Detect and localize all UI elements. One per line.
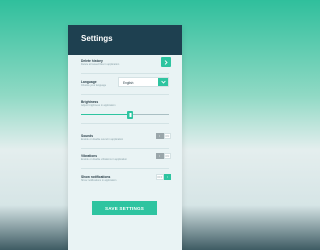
vibrations-toggle-on[interactable]: ON	[163, 153, 171, 159]
setting-brightness: Brightness Adjust brightness in applicat…	[81, 100, 171, 119]
setting-delete-history: Delete history Delete all saved files in…	[81, 57, 171, 67]
save-settings-button[interactable]: SAVE SETTINGS	[92, 201, 157, 215]
chevron-right-icon	[164, 59, 168, 65]
delete-history-description: Delete all saved files in application	[81, 63, 120, 67]
setting-sounds: Sounds Enable or disable sound in applic…	[81, 133, 171, 142]
sounds-toggle-off[interactable]: I	[156, 133, 164, 139]
brightness-slider-fill	[81, 114, 131, 115]
chevron-down-icon	[160, 80, 166, 84]
delete-history-button[interactable]	[161, 57, 171, 67]
language-dropdown-toggle[interactable]	[158, 78, 168, 86]
settings-panel: Settings Delete history Delete all saved…	[68, 25, 182, 250]
page-title: Settings	[81, 34, 113, 43]
divider	[81, 148, 169, 149]
brightness-slider-thumb[interactable]	[127, 110, 134, 119]
vibrations-toggle-off[interactable]: I	[156, 153, 164, 159]
setting-show-notifications: Show notifications Show notifications in…	[81, 174, 171, 183]
language-select-value: English	[123, 81, 134, 85]
panel-header: Settings	[68, 25, 182, 55]
divider	[81, 168, 169, 169]
setting-language: Language Choose your language English	[81, 77, 171, 88]
brightness-slider[interactable]	[81, 110, 169, 119]
show-notifications-toggle[interactable]: OFF I	[156, 174, 171, 180]
language-select[interactable]: English	[118, 77, 169, 87]
divider	[81, 123, 169, 124]
setting-vibrations: Vibrations Enable or disable vibrations …	[81, 153, 171, 162]
divider	[81, 94, 169, 95]
vibrations-toggle[interactable]: I ON	[156, 153, 171, 159]
show-notifications-toggle-on[interactable]: I	[163, 174, 171, 180]
sounds-toggle[interactable]: I ON	[156, 133, 171, 139]
divider	[81, 73, 169, 74]
brightness-description: Adjust brightness in application	[81, 104, 116, 108]
show-notifications-toggle-off[interactable]: OFF	[156, 174, 164, 180]
grip-icon	[128, 112, 132, 117]
sounds-toggle-on[interactable]: ON	[163, 133, 171, 139]
